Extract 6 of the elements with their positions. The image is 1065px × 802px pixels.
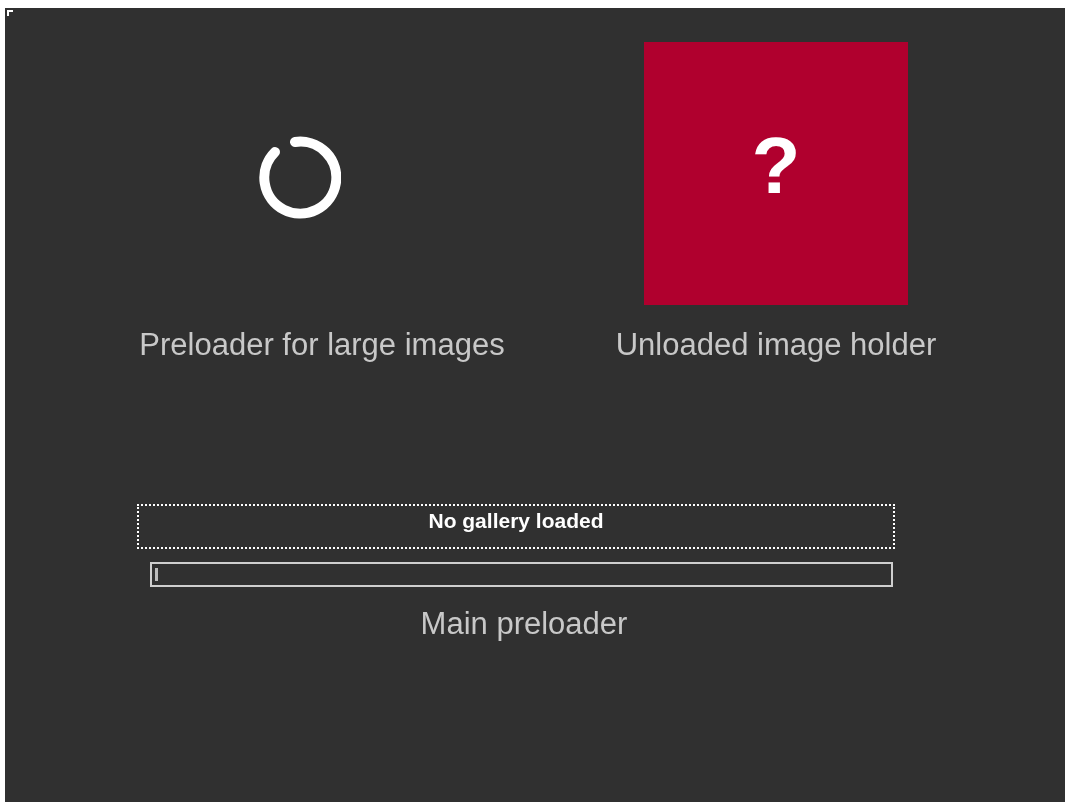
status-message: No gallery loaded: [137, 504, 895, 549]
caption-text: Main preloader: [420, 606, 628, 642]
caption-text: Preloader for large images: [139, 327, 505, 363]
caption-text: Unloaded image holder: [615, 327, 937, 363]
question-mark: ?: [751, 126, 801, 206]
corner-mark: [7, 10, 13, 16]
